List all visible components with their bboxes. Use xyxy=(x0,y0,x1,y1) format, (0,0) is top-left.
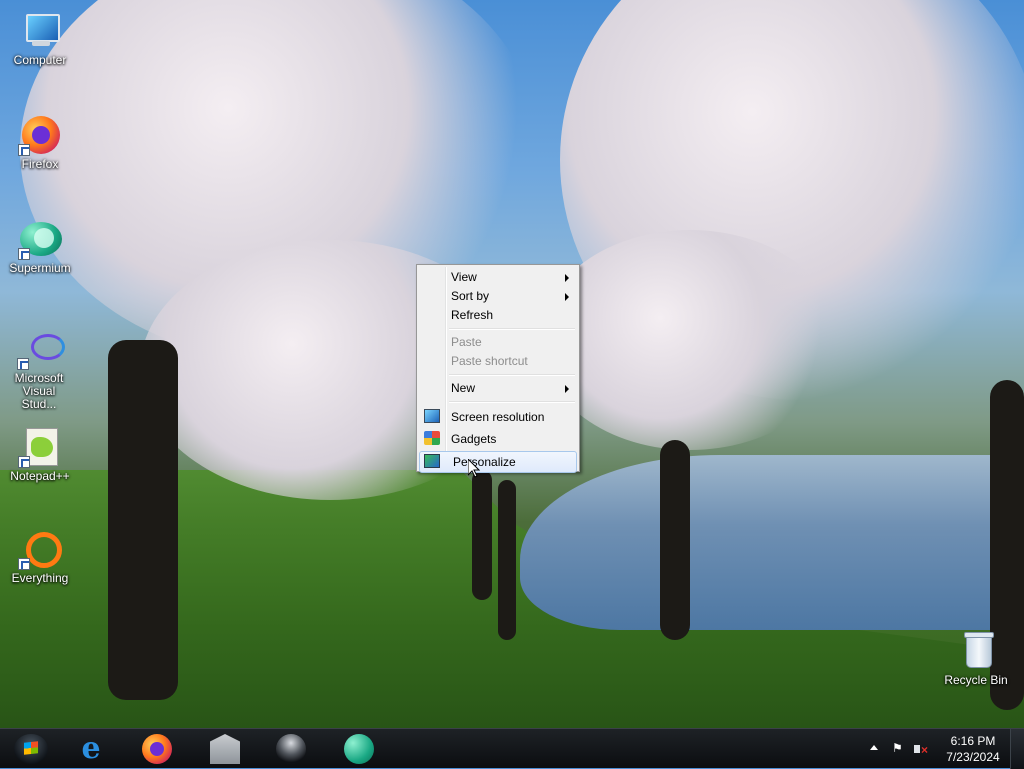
desktop-icon-computer[interactable]: Computer xyxy=(2,12,78,67)
desktop-context-menu: View Sort by Refresh Paste Paste shortcu… xyxy=(416,264,580,473)
desktop-icon-label: Microsoft Visual Stud... xyxy=(14,371,64,411)
shortcut-arrow-icon xyxy=(18,144,30,156)
menu-separator xyxy=(449,328,575,330)
notepad-plus-plus-icon xyxy=(18,428,62,468)
menu-item-screen-resolution[interactable]: Screen resolution xyxy=(419,406,577,428)
library-icon xyxy=(210,734,240,764)
menu-item-label: Screen resolution xyxy=(451,410,545,424)
taskbar-supermium[interactable] xyxy=(330,731,386,767)
visual-studio-icon xyxy=(17,330,65,370)
screen-resolution-icon xyxy=(424,409,440,423)
menu-item-label: View xyxy=(451,270,477,284)
desktop-icon-label: Notepad++ xyxy=(10,469,70,483)
menu-item-label: Personalize xyxy=(453,455,516,469)
menu-item-personalize[interactable]: Personalize xyxy=(419,451,577,473)
supermium-icon xyxy=(18,220,62,260)
menu-item-label: New xyxy=(451,381,476,395)
submenu-arrow-icon xyxy=(565,385,569,393)
wallpaper-trunk xyxy=(660,440,690,640)
menu-separator xyxy=(449,374,575,376)
menu-item-label: Sort by xyxy=(451,289,490,303)
wallpaper-water xyxy=(520,455,1020,630)
wallpaper-trunk xyxy=(108,340,178,700)
recycle-bin-icon xyxy=(954,632,998,672)
desktop-icon-label: Firefox xyxy=(21,157,59,171)
desktop-icon-firefox[interactable]: Firefox xyxy=(2,116,78,171)
shortcut-arrow-icon xyxy=(18,456,30,468)
shortcut-arrow-icon xyxy=(18,558,30,570)
menu-item-label: Paste shortcut xyxy=(451,354,528,368)
desktop-icon-label: Computer xyxy=(13,53,67,67)
taskbar-media-disc[interactable] xyxy=(262,731,318,767)
menu-item-refresh[interactable]: Refresh xyxy=(419,306,577,325)
show-desktop-button[interactable] xyxy=(1010,729,1024,769)
taskbar-firefox[interactable] xyxy=(128,731,184,767)
menu-item-label: Refresh xyxy=(451,308,494,322)
clock-time: 6:16 PM xyxy=(950,734,996,748)
menu-item-paste[interactable]: Paste xyxy=(419,333,577,352)
internet-explorer-icon: e xyxy=(81,731,101,766)
wallpaper-trunk xyxy=(472,470,492,600)
volume-muted-icon[interactable] xyxy=(914,742,928,756)
taskbar-internet-explorer[interactable]: e xyxy=(62,731,118,767)
desktop-icon-visual-studio[interactable]: Microsoft Visual Stud... xyxy=(0,330,78,411)
menu-item-view[interactable]: View xyxy=(419,268,577,287)
menu-item-label: Paste xyxy=(451,335,482,349)
firefox-icon xyxy=(142,734,172,764)
everything-icon xyxy=(18,530,62,570)
menu-item-paste-shortcut[interactable]: Paste shortcut xyxy=(419,352,577,371)
menu-item-new[interactable]: New xyxy=(419,379,577,398)
media-disc-icon xyxy=(276,734,306,764)
desktop-icon-label: Everything xyxy=(11,571,69,585)
shortcut-arrow-icon xyxy=(17,358,29,370)
desktop-icon-recycle-bin[interactable]: Recycle Bin xyxy=(938,632,1014,687)
wallpaper-trunk xyxy=(498,480,516,640)
supermium-icon xyxy=(344,734,374,764)
desktop-icon-notepad-plus-plus[interactable]: Notepad++ xyxy=(2,428,78,483)
mouse-pointer-icon xyxy=(467,457,481,478)
menu-item-sort-by[interactable]: Sort by xyxy=(419,287,577,306)
shortcut-arrow-icon xyxy=(18,248,30,260)
desktop-icon-label: Supermium xyxy=(9,261,71,275)
menu-item-gadgets[interactable]: Gadgets xyxy=(419,428,577,450)
submenu-arrow-icon xyxy=(565,274,569,282)
firefox-icon xyxy=(18,116,62,156)
clock-date: 7/23/2024 xyxy=(946,750,1000,764)
action-center-flag-icon[interactable]: ⚑ xyxy=(892,742,904,754)
menu-item-label: Gadgets xyxy=(451,432,497,446)
computer-icon xyxy=(18,12,62,52)
desktop-icon-everything[interactable]: Everything xyxy=(2,530,78,585)
windows-logo-icon xyxy=(24,741,38,755)
show-hidden-icons-chevron-icon[interactable] xyxy=(870,745,878,750)
submenu-arrow-icon xyxy=(565,293,569,301)
desktop-icon-supermium[interactable]: Supermium xyxy=(2,220,78,275)
taskbar: e ⚑ 6:16 PM 7/23/2024 xyxy=(0,728,1024,769)
desktop-icon-label: Recycle Bin xyxy=(944,673,1008,687)
taskbar-clock[interactable]: 6:16 PM 7/23/2024 xyxy=(940,733,1006,765)
personalize-icon xyxy=(424,454,440,468)
menu-separator xyxy=(449,401,575,403)
gadgets-icon xyxy=(424,431,440,445)
start-button[interactable] xyxy=(8,731,54,767)
taskbar-library[interactable] xyxy=(196,731,252,767)
wallpaper-blossom xyxy=(540,230,840,450)
